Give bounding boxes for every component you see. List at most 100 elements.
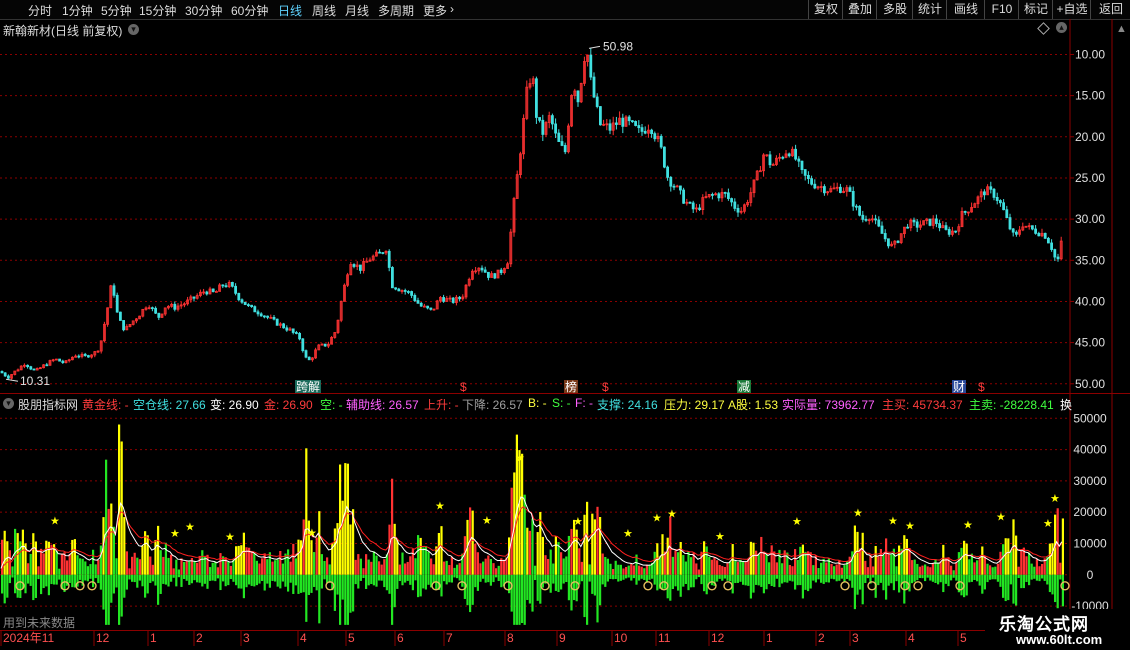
sell-volume-bar [1015,574,1018,606]
sell-volume-bar [471,574,474,605]
candle-body [640,127,644,132]
candle-body [298,333,302,340]
volume-bar [21,529,24,575]
sell-volume-bar [162,574,165,584]
sell-volume-bar [612,574,615,580]
candle-body [551,115,554,125]
sell-volume-bar [554,574,557,591]
volume-bar [578,548,581,575]
volume-bar [164,542,167,575]
volume-bar [627,565,630,575]
candle-body [1053,249,1057,258]
volume-bar [952,570,955,575]
sell-volume-bar [53,574,56,585]
sell-volume-bar [827,574,830,583]
sell-volume-bar [632,574,635,579]
time-label-5: 4 [300,631,307,645]
sell-volume-bar [913,574,916,582]
sell-volume-bar [146,574,149,594]
volume-bar [968,559,971,575]
sell-volume-bar [341,574,344,600]
star-icon: ★ [792,515,802,528]
candle-body [576,90,580,103]
sell-volume-bar [687,574,690,591]
sell-volume-bar [851,574,854,588]
candle-body [810,178,813,185]
sell-volume-bar [89,574,92,579]
sell-volume-bar [128,574,131,580]
candle-body [253,306,257,313]
sell-volume-bar [840,574,843,579]
sell-volume-bar [136,574,139,588]
volume-bar [177,569,180,575]
volume-bar [898,545,901,575]
indicator-dropdown-icon[interactable]: ▾ [3,398,14,409]
sell-volume-bar [255,574,258,586]
sell-volume-bar [820,574,823,583]
indicator-item-11: 支撑: 24.16 [597,398,658,412]
candle-body [1034,228,1037,234]
volume-bar [619,564,622,575]
volume-bar [89,564,92,575]
sell-volume-bar [404,574,407,583]
sell-volume-bar [539,574,542,604]
volume-bar [289,561,292,575]
sell-volume-bar [489,574,492,586]
candle-body [1005,209,1009,218]
volume-bar [739,559,742,575]
candle-body [234,285,238,294]
sell-volume-bar [570,574,573,611]
volume-bar [622,568,625,575]
sell-volume-bar [825,574,828,583]
candle-body [733,201,737,209]
candle-body [410,291,414,296]
volume-bar [965,543,968,575]
volume-bar [495,568,498,575]
sell-volume-bar [1041,574,1044,579]
volume-bar [908,548,911,575]
sell-volume-bar [983,574,986,590]
price-tick-label: 50.00 [1075,377,1105,391]
sell-volume-bar [1056,574,1059,609]
volume-bar [45,540,48,575]
candle-body [858,205,861,216]
volume-bar [357,554,360,575]
volume-bar [528,530,531,575]
sell-volume-bar [838,574,841,581]
volume-bar [58,568,61,575]
volume-bar [261,558,264,575]
volume-bar [989,565,992,575]
volume-bar [825,562,828,575]
sell-volume-bar [736,574,739,583]
volume-bar [110,503,113,575]
volume-bar [882,554,885,575]
sell-volume-bar [596,574,599,623]
indicator-item-13: A股: 1.53 [728,398,779,412]
sell-volume-bar [549,574,552,593]
indicator-item-0: 黄金线: - [82,398,129,412]
volume-bar [411,548,414,575]
volume-bar [757,554,760,575]
volume-bar [679,541,682,575]
sell-volume-bar [531,574,534,612]
volume-bar [781,563,784,575]
indicator-item-17: 换 [1060,398,1073,412]
sell-volume-bar [154,574,157,586]
sell-volume-bar [302,574,305,593]
volume-bar [890,554,893,575]
volume-bar [570,528,573,575]
sell-volume-bar [6,574,9,598]
price-tick-label: 40.00 [1075,294,1105,308]
sell-volume-bar [276,574,279,587]
volume-bar [552,563,555,575]
sell-volume-bar [1043,574,1046,581]
star-icon: ★ [996,510,1006,523]
sell-volume-bar [846,574,849,579]
volume-bar [549,549,552,575]
sell-volume-bar [68,574,71,584]
sell-volume-bar [253,574,256,587]
indicator-name[interactable]: 股朋指标网 [18,396,78,413]
sell-volume-bar [684,574,687,584]
sell-volume-bar [944,574,947,584]
volume-bar [921,565,924,575]
